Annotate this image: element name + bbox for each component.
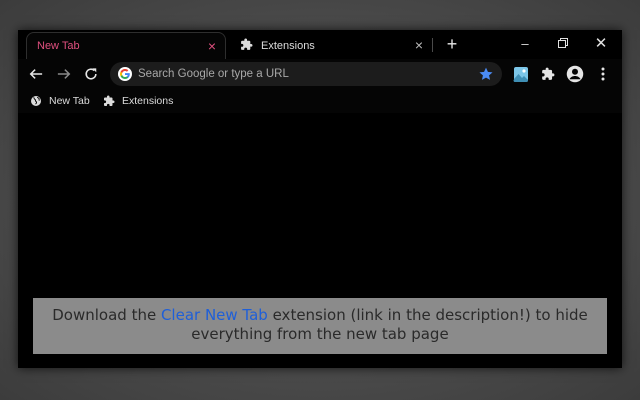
back-button[interactable] [26,64,46,84]
minimize-button[interactable]: – [506,32,544,54]
bookmark-extensions[interactable]: Extensions [103,92,173,110]
reload-icon [85,68,97,80]
restore-button[interactable] [544,32,582,54]
caption-link[interactable]: Clear New Tab [161,306,268,324]
toolbar [18,59,622,89]
puzzle-icon [240,38,253,54]
reload-button[interactable] [81,64,101,84]
bookmark-label: New Tab [49,95,90,107]
close-tab-button[interactable]: × [412,38,426,52]
tab-title: New Tab [37,40,80,52]
forward-button[interactable] [54,64,74,84]
puzzle-icon [104,95,115,106]
image-extension-icon [513,67,528,82]
tab-strip: New Tab × Extensions × + – ✕ [18,30,622,59]
new-tab-button[interactable]: + [442,34,462,54]
caption-text-before: Download the [52,306,161,324]
extensions-button[interactable] [539,65,557,83]
image-extension-button[interactable] [512,65,530,83]
bookmarks-bar: New Tab Extensions [18,89,622,113]
tab-title: Extensions [261,39,315,52]
globe-icon [31,96,41,106]
menu-dots-icon [601,67,605,81]
bookmark-label: Extensions [122,95,174,107]
close-window-button[interactable]: ✕ [582,32,620,54]
tab-new-tab[interactable]: New Tab × [26,32,226,59]
restore-icon [558,38,568,48]
star-icon[interactable] [478,66,494,82]
back-icon [29,69,43,79]
forward-icon [57,69,71,79]
puzzle-icon [542,67,555,80]
omnibox[interactable] [110,62,502,86]
address-input[interactable] [138,65,458,83]
caption-banner: Download the Clear New Tab extension (li… [33,298,607,354]
bookmark-new-tab[interactable]: New Tab [30,92,90,110]
desktop-background: New Tab × Extensions × + – ✕ Search Goog… [0,0,640,400]
tab-separator [432,38,433,52]
profile-button[interactable] [566,65,584,83]
menu-button[interactable] [594,65,612,83]
google-icon [118,67,132,81]
tab-extensions[interactable]: Extensions × [232,32,430,59]
profile-icon [566,65,584,83]
close-tab-button[interactable]: × [205,39,219,53]
